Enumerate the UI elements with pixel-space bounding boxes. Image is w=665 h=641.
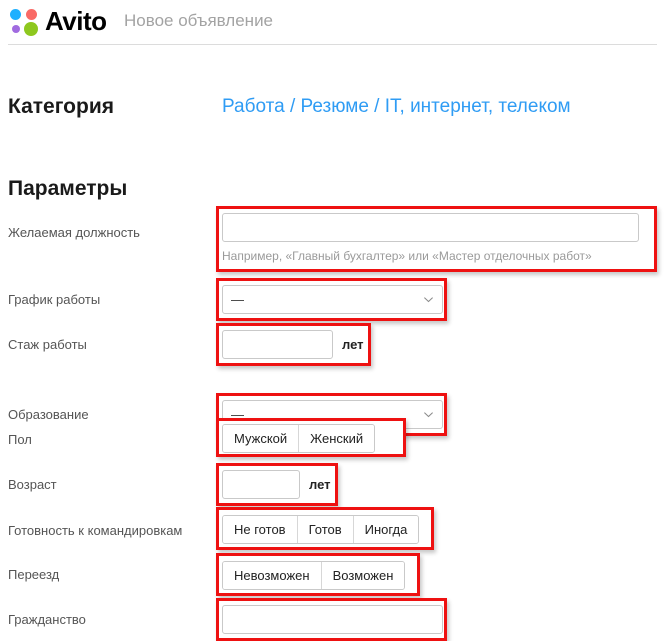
relocation-option-possible[interactable]: Возможен — [320, 562, 405, 589]
gender-option-female[interactable]: Женский — [298, 425, 375, 452]
desired-position-hint: Например, «Главный бухгалтер» или «Масте… — [222, 249, 592, 263]
business-trips-segmented-control: Не готов Готов Иногда — [222, 515, 420, 544]
row-label: Переезд — [8, 567, 60, 582]
logo-dot-green — [24, 22, 38, 36]
experience-years-input[interactable] — [222, 330, 333, 359]
business-trips-option-sometimes[interactable]: Иногда — [352, 516, 419, 543]
work-schedule-select-value: — — [231, 292, 244, 307]
avito-dots-logo-icon — [8, 6, 40, 36]
row-label: Готовность к командировкам — [8, 523, 183, 538]
category-section-title: Категория — [8, 95, 115, 118]
row-label: Образование — [8, 407, 89, 422]
experience-unit-label: лет — [342, 337, 364, 352]
header-subtitle: Новое объявление — [124, 11, 274, 30]
row-label: Желаемая должность — [8, 225, 140, 240]
logo-dot-purple — [12, 25, 20, 33]
row-label: График работы — [8, 292, 101, 307]
chevron-down-icon — [423, 409, 434, 420]
desired-position-input[interactable] — [222, 213, 639, 242]
age-unit-label: лет — [309, 477, 331, 492]
row-label: Стаж работы — [8, 337, 87, 352]
logo-wordmark: Avito — [45, 6, 107, 36]
logo-dot-red — [26, 9, 37, 20]
relocation-segmented-control: Невозможен Возможен — [222, 561, 406, 590]
chevron-down-icon — [423, 294, 434, 305]
work-schedule-select[interactable]: — — [222, 285, 443, 314]
row-label: Пол — [8, 432, 32, 447]
params-section-title: Параметры — [8, 177, 128, 200]
business-trips-option-not-ready[interactable]: Не готов — [223, 516, 297, 543]
row-label: Гражданство — [8, 612, 86, 627]
gender-segmented-control: Мужской Женский — [222, 424, 376, 453]
logo-dot-blue — [10, 9, 21, 20]
age-input[interactable] — [222, 470, 300, 499]
row-label: Возраст — [8, 477, 57, 492]
header-divider — [8, 44, 657, 45]
category-breadcrumb-link[interactable]: Работа / Резюме / IT, интернет, телеком — [222, 96, 571, 118]
avito-logo[interactable]: Avito — [8, 6, 107, 36]
business-trips-option-ready[interactable]: Готов — [296, 516, 353, 543]
page-header: Avito Новое объявление — [0, 0, 665, 45]
gender-option-male[interactable]: Мужской — [223, 425, 299, 452]
relocation-option-impossible[interactable]: Невозможен — [223, 562, 321, 589]
citizenship-input[interactable] — [222, 605, 443, 634]
